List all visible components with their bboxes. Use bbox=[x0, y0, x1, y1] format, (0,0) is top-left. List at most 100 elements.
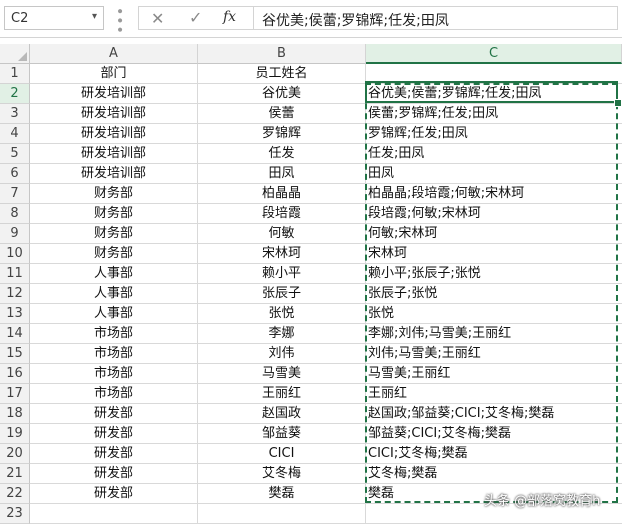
cell-department[interactable]: 财务部 bbox=[30, 244, 198, 264]
cell-name-list[interactable]: 马雪美;王丽红 bbox=[366, 364, 622, 384]
cell-department[interactable]: 研发培训部 bbox=[30, 164, 198, 184]
cell-name-list[interactable]: 段培霞;何敏;宋林珂 bbox=[366, 204, 622, 224]
cell-name-list[interactable]: 赵国政;邹益葵;CICI;艾冬梅;樊磊 bbox=[366, 404, 622, 424]
cell-name-list[interactable]: 刘伟;马雪美;王丽红 bbox=[366, 344, 622, 364]
cell-department[interactable]: 研发部 bbox=[30, 484, 198, 504]
row-header[interactable]: 7 bbox=[0, 184, 30, 204]
cell-name-list[interactable]: 罗锦辉;任发;田凤 bbox=[366, 124, 622, 144]
row-header[interactable]: 21 bbox=[0, 464, 30, 484]
cell-employee-name[interactable]: 张悦 bbox=[198, 304, 366, 324]
cell-department[interactable]: 研发部 bbox=[30, 424, 198, 444]
cell-employee-name[interactable]: 樊磊 bbox=[198, 484, 366, 504]
cell-department[interactable]: 人事部 bbox=[30, 304, 198, 324]
cell-name-list[interactable]: 艾冬梅;樊磊 bbox=[366, 464, 622, 484]
row-header[interactable]: 8 bbox=[0, 204, 30, 224]
cell-name-list[interactable]: 李娜;刘伟;马雪美;王丽红 bbox=[366, 324, 622, 344]
row-header[interactable]: 5 bbox=[0, 144, 30, 164]
cell-employee-name[interactable]: 田凤 bbox=[198, 164, 366, 184]
row-header[interactable]: 11 bbox=[0, 264, 30, 284]
cell-employee-name[interactable]: 赖小平 bbox=[198, 264, 366, 284]
name-box[interactable]: C2 ▾ bbox=[4, 6, 104, 30]
row-header[interactable]: 6 bbox=[0, 164, 30, 184]
cell-name-list[interactable]: 张悦 bbox=[366, 304, 622, 324]
cell-department[interactable]: 研发部 bbox=[30, 404, 198, 424]
column-header-c[interactable]: C bbox=[366, 44, 622, 64]
cell-employee-name[interactable]: 艾冬梅 bbox=[198, 464, 366, 484]
cell-name-list[interactable]: 王丽红 bbox=[366, 384, 622, 404]
cell-employee-name[interactable]: 谷优美 bbox=[198, 84, 366, 104]
row-header[interactable]: 1 bbox=[0, 64, 30, 84]
cell-employee-name[interactable]: 李娜 bbox=[198, 324, 366, 344]
cell-name-list[interactable]: 张辰子;张悦 bbox=[366, 284, 622, 304]
row-header[interactable]: 18 bbox=[0, 404, 30, 424]
column-header-b[interactable]: B bbox=[198, 44, 366, 64]
row-header[interactable]: 16 bbox=[0, 364, 30, 384]
more-options-icon[interactable]: ••• bbox=[111, 7, 127, 35]
cell-employee-name[interactable]: 马雪美 bbox=[198, 364, 366, 384]
row-header[interactable]: 9 bbox=[0, 224, 30, 244]
column-header-a[interactable]: A bbox=[30, 44, 198, 64]
cell-department[interactable]: 市场部 bbox=[30, 384, 198, 404]
confirm-icon[interactable]: ✓ bbox=[189, 8, 202, 27]
cell-employee-name[interactable]: 王丽红 bbox=[198, 384, 366, 404]
cell-department[interactable]: 研发培训部 bbox=[30, 84, 198, 104]
row-header[interactable]: 19 bbox=[0, 424, 30, 444]
cell-employee-name[interactable]: 宋林珂 bbox=[198, 244, 366, 264]
formula-input[interactable]: 谷优美;侯蕾;罗锦辉;任发;田凤 bbox=[254, 6, 618, 30]
cell-department[interactable]: 人事部 bbox=[30, 284, 198, 304]
cell-department[interactable]: 财务部 bbox=[30, 184, 198, 204]
cell-employee-name[interactable]: 邹益葵 bbox=[198, 424, 366, 444]
cell-employee-name[interactable]: 段培霞 bbox=[198, 204, 366, 224]
cell-name-list[interactable]: 侯蕾;罗锦辉;任发;田凤 bbox=[366, 104, 622, 124]
cell-department[interactable] bbox=[30, 504, 198, 524]
insert-function-icon[interactable]: fx bbox=[223, 9, 236, 25]
cell-name-list[interactable]: 任发;田凤 bbox=[366, 144, 622, 164]
cell-employee-name[interactable]: 柏晶晶 bbox=[198, 184, 366, 204]
cell-employee-name[interactable]: 赵国政 bbox=[198, 404, 366, 424]
cell-name-list[interactable]: CICI;艾冬梅;樊磊 bbox=[366, 444, 622, 464]
row-header[interactable]: 15 bbox=[0, 344, 30, 364]
row-header[interactable]: 20 bbox=[0, 444, 30, 464]
cell-name-list[interactable]: 赖小平;张辰子;张悦 bbox=[366, 264, 622, 284]
row-header[interactable]: 3 bbox=[0, 104, 30, 124]
cell-department[interactable]: 研发部 bbox=[30, 444, 198, 464]
row-header[interactable]: 23 bbox=[0, 504, 30, 524]
cell-name-list[interactable]: 谷优美;侯蕾;罗锦辉;任发;田凤 bbox=[366, 84, 622, 104]
row-header[interactable]: 13 bbox=[0, 304, 30, 324]
cell-employee-name[interactable]: 刘伟 bbox=[198, 344, 366, 364]
cell-department[interactable]: 财务部 bbox=[30, 204, 198, 224]
cell-name-list[interactable]: 柏晶晶;段培霞;何敏;宋林珂 bbox=[366, 184, 622, 204]
cell-name-list[interactable] bbox=[366, 64, 622, 84]
row-header[interactable]: 2 bbox=[0, 84, 30, 104]
cell-name-list[interactable]: 何敏;宋林珂 bbox=[366, 224, 622, 244]
row-header[interactable]: 12 bbox=[0, 284, 30, 304]
cell-department[interactable]: 研发部 bbox=[30, 464, 198, 484]
cell-department[interactable]: 市场部 bbox=[30, 364, 198, 384]
cell-employee-name[interactable]: 侯蕾 bbox=[198, 104, 366, 124]
cell-name-list[interactable]: 宋林珂 bbox=[366, 244, 622, 264]
chevron-down-icon[interactable]: ▾ bbox=[92, 11, 97, 22]
row-header[interactable]: 17 bbox=[0, 384, 30, 404]
cell-name-list[interactable]: 田凤 bbox=[366, 164, 622, 184]
row-header[interactable]: 4 bbox=[0, 124, 30, 144]
cell-department[interactable]: 研发培训部 bbox=[30, 144, 198, 164]
cell-name-list[interactable]: 邹益葵;CICI;艾冬梅;樊磊 bbox=[366, 424, 622, 444]
cell-employee-name[interactable]: 何敏 bbox=[198, 224, 366, 244]
cell-department[interactable]: 人事部 bbox=[30, 264, 198, 284]
cell-employee-name[interactable]: CICI bbox=[198, 444, 366, 464]
row-header[interactable]: 22 bbox=[0, 484, 30, 504]
cell-department[interactable]: 市场部 bbox=[30, 324, 198, 344]
cell-department[interactable]: 市场部 bbox=[30, 344, 198, 364]
cell-department[interactable]: 财务部 bbox=[30, 224, 198, 244]
cell-employee-name[interactable]: 张辰子 bbox=[198, 284, 366, 304]
cell-department[interactable]: 研发培训部 bbox=[30, 124, 198, 144]
cell-employee-name[interactable]: 罗锦辉 bbox=[198, 124, 366, 144]
cancel-icon[interactable]: ✕ bbox=[151, 9, 164, 28]
cell-employee-name[interactable] bbox=[198, 504, 366, 524]
cell-employee-name[interactable]: 任发 bbox=[198, 144, 366, 164]
cell-department[interactable]: 部门 bbox=[30, 64, 198, 84]
cell-department[interactable]: 研发培训部 bbox=[30, 104, 198, 124]
cell-employee-name[interactable]: 员工姓名 bbox=[198, 64, 366, 84]
row-header[interactable]: 10 bbox=[0, 244, 30, 264]
row-header[interactable]: 14 bbox=[0, 324, 30, 344]
